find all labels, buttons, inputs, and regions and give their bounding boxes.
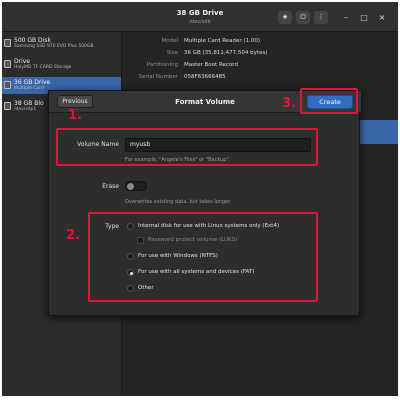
info-key: Model (161, 38, 178, 44)
sidebar-item-desc: /dev/sdp1 (14, 107, 37, 112)
volume-map-partition[interactable] (354, 120, 398, 144)
erase-toggle[interactable] (125, 181, 147, 191)
info-row-model: Model Multiple Card Reader (1.00) (126, 38, 396, 48)
annotation-box-2 (88, 212, 318, 302)
annotation-number-3: 3. (282, 96, 296, 111)
erase-hint: Overwrites existing data, but takes long… (125, 199, 232, 205)
maximize-icon[interactable]: □ (358, 11, 370, 24)
close-icon[interactable]: × (376, 11, 388, 24)
sidebar-item-desc: Samsung SSD 970 EVO Plus 500GB (14, 44, 94, 49)
header-bar: 38 GB Drive /dev/sdb ★ ⏻ ⋮ – □ × (2, 2, 398, 32)
sidebar-item-desc: Multiple Card (14, 86, 44, 91)
info-value: 058F63666485 (184, 74, 226, 80)
annotation-number-1: 1. (68, 108, 82, 123)
toggle-knob (127, 183, 134, 190)
annotation-box-3 (300, 88, 358, 114)
sidebar-item-500gb-disk[interactable]: 500 GB Disk Samsung SSD 970 EVO Plus 500… (2, 35, 121, 52)
window-title: 38 GB Drive (176, 9, 224, 17)
info-row-size: Size 36 GB (35,811,477,504 bytes) (126, 50, 396, 60)
erase-label: Erase (102, 183, 119, 190)
disks-window: 38 GB Drive /dev/sdb ★ ⏻ ⋮ – □ × 500 GB … (2, 2, 398, 396)
info-value: Master Boot Record (184, 62, 238, 68)
info-key: Serial Number (138, 74, 178, 80)
block-device-icon (4, 102, 11, 110)
info-key: Partitioning (146, 62, 178, 68)
sidebar-item-desc: HolyMD TF CARD Storage (14, 65, 72, 70)
disk-icon (4, 39, 11, 47)
annotation-box-1 (56, 128, 318, 166)
star-icon[interactable]: ★ (278, 11, 292, 24)
annotation-number-2: 2. (66, 228, 80, 243)
sidebar-item-drive[interactable]: Drive HolyMD TF CARD Storage (2, 56, 121, 73)
minimize-icon[interactable]: – (340, 11, 352, 24)
sidebar-item-name: Drive (14, 58, 30, 65)
sidebar-item-name: 36 GB Drive (14, 79, 51, 86)
info-key: Size (166, 50, 178, 56)
sidebar-item-name: 500 GB Disk (14, 37, 51, 44)
more-icon[interactable]: ⋮ (314, 11, 328, 24)
info-row-partitioning: Partitioning Master Boot Record (126, 62, 396, 72)
info-value: Multiple Card Reader (1.00) (184, 38, 260, 44)
info-row-serial: Serial Number 058F63666485 (126, 74, 396, 84)
card-reader-icon (4, 81, 11, 89)
drive-icon (4, 60, 11, 68)
power-icon[interactable]: ⏻ (296, 11, 310, 24)
info-value: 36 GB (35,811,477,504 bytes) (184, 50, 268, 56)
sidebar-item-name: 38 GB Blo (14, 100, 44, 107)
window-subtitle: /dev/sdb (189, 19, 211, 25)
